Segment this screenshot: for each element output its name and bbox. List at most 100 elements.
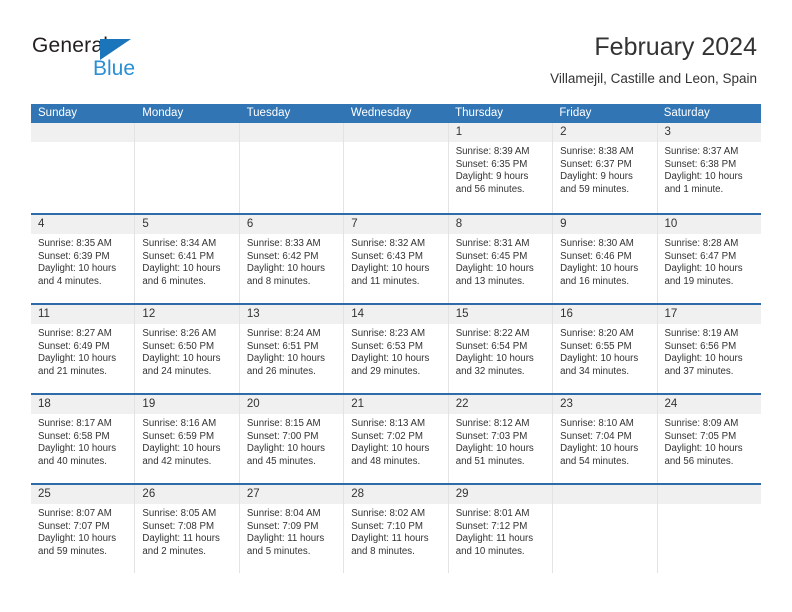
day-detail-line: and 34 minutes. <box>560 365 630 377</box>
day-number-band: 17 <box>657 305 761 324</box>
day-detail-line: Sunrise: 8:02 AM <box>351 508 426 519</box>
day-detail-line: Sunset: 6:49 PM <box>38 340 110 352</box>
calendar-day-cell[interactable]: 2 Sunrise: 8:38 AM Sunset: 6:37 PM Daylight… <box>553 123 658 213</box>
day-number: 27 <box>246 488 260 500</box>
day-detail-line: Sunset: 6:54 PM <box>455 340 528 352</box>
day-detail-line: and 21 minutes. <box>38 365 107 377</box>
day-detail-line: and 42 minutes. <box>142 455 212 467</box>
day-details: Sunrise: 8:28 AM Sunset: 6:47 PM Daylight:… <box>658 234 761 288</box>
weekday-header-row: Sunday Monday Tuesday Wednesday Thursday Frid… <box>31 104 761 123</box>
day-detail-line: Sunrise: 8:32 AM <box>351 238 426 249</box>
day-number-band: 24 <box>657 395 761 414</box>
day-detail-line: Sunrise: 8:30 AM <box>560 238 634 249</box>
day-detail-line: Daylight: 10 hours <box>246 263 325 275</box>
day-detail-line: Sunset: 6:50 PM <box>142 340 215 352</box>
day-detail-line: Sunset: 7:08 PM <box>142 520 215 532</box>
day-details: Sunrise: 8:01 AM Sunset: 7:12 PM Daylight:… <box>449 504 552 558</box>
calendar-day-cell[interactable]: 15 Sunrise: 8:22 AM Sunset: 6:54 PM Dayligh… <box>448 305 554 393</box>
calendar-day-cell[interactable]: 9 Sunrise: 8:30 AM Sunset: 6:46 PM Daylight… <box>553 215 658 303</box>
day-number-band: 7 <box>344 215 448 234</box>
day-number: 3 <box>664 126 671 138</box>
calendar-day-cell[interactable]: 4 Sunrise: 8:35 AM Sunset: 6:39 PM Daylight… <box>31 215 136 303</box>
day-detail-line: and 1 minute. <box>664 183 724 195</box>
day-number: 17 <box>664 308 678 320</box>
day-detail-line: Daylight: 10 hours <box>38 443 117 455</box>
calendar-weeks: 1 Sunrise: 8:39 AM Sunset: 6:35 PM Daylight… <box>31 123 761 573</box>
day-number: 18 <box>38 398 51 410</box>
calendar-day-cell[interactable]: 26 Sunrise: 8:05 AM Sunset: 7:08 PM Dayligh… <box>135 485 240 573</box>
calendar-day-cell[interactable]: 20 Sunrise: 8:15 AM Sunset: 7:00 PM Dayligh… <box>239 395 345 483</box>
calendar-day-cell[interactable]: 17 Sunrise: 8:19 AM Sunset: 6:56 PM Dayligh… <box>657 305 761 393</box>
day-details: Sunrise: 8:30 AM Sunset: 6:46 PM Daylight:… <box>553 234 656 288</box>
calendar-day-cell[interactable]: 12 Sunrise: 8:26 AM Sunset: 6:50 PM Dayligh… <box>135 305 240 393</box>
calendar-week-row: 4 Sunrise: 8:35 AM Sunset: 6:39 PM Daylight… <box>31 213 761 303</box>
day-detail-line: and 32 minutes. <box>455 365 525 377</box>
calendar-day-cell[interactable]: 8 Sunrise: 8:31 AM Sunset: 6:45 PM Daylight… <box>448 215 554 303</box>
day-detail-line: Daylight: 10 hours <box>560 353 639 365</box>
day-detail-line: Sunrise: 8:10 AM <box>560 418 634 429</box>
day-number: 4 <box>38 218 45 230</box>
calendar-day-cell[interactable]: 3 Sunrise: 8:37 AM Sunset: 6:38 PM Daylight… <box>657 123 761 213</box>
calendar-week-row: 11 Sunrise: 8:27 AM Sunset: 6:49 PM Dayligh… <box>31 303 761 393</box>
calendar-day-cell[interactable]: 18 Sunrise: 8:17 AM Sunset: 6:58 PM Dayligh… <box>31 395 136 483</box>
day-detail-line: and 56 minutes. <box>455 183 525 195</box>
day-detail-line: Daylight: 10 hours <box>664 353 743 365</box>
calendar-day-cell[interactable]: 27 Sunrise: 8:04 AM Sunset: 7:09 PM Dayligh… <box>239 485 345 573</box>
day-detail-line: and 56 minutes. <box>664 455 734 467</box>
calendar-day-cell[interactable]: 22 Sunrise: 8:12 AM Sunset: 7:03 PM Dayligh… <box>448 395 554 483</box>
calendar-day-cell[interactable]: 5 Sunrise: 8:34 AM Sunset: 6:41 PM Daylight… <box>135 215 240 303</box>
day-detail-line: Sunset: 6:35 PM <box>455 158 528 170</box>
day-detail-line: and 4 minutes. <box>38 275 102 287</box>
calendar-week-row: 1 Sunrise: 8:39 AM Sunset: 6:35 PM Daylight… <box>31 123 761 213</box>
day-detail-line: Daylight: 10 hours <box>142 263 221 275</box>
calendar-day-cell[interactable]: 7 Sunrise: 8:32 AM Sunset: 6:43 PM Daylight… <box>344 215 449 303</box>
day-number-band <box>239 123 344 142</box>
day-detail-line: and 29 minutes. <box>351 365 421 377</box>
day-details: Sunrise: 8:22 AM Sunset: 6:54 PM Daylight:… <box>449 324 552 378</box>
day-number-band: 28 <box>344 485 448 504</box>
day-detail-line: Sunrise: 8:28 AM <box>664 238 739 249</box>
day-number: 5 <box>142 218 149 230</box>
calendar-day-cell[interactable]: 21 Sunrise: 8:13 AM Sunset: 7:02 PM Dayligh… <box>344 395 449 483</box>
calendar-day-cell[interactable]: 23 Sunrise: 8:10 AM Sunset: 7:04 PM Dayligh… <box>553 395 658 483</box>
day-details: Sunrise: 8:37 AM Sunset: 6:38 PM Daylight:… <box>658 142 761 196</box>
calendar-day-cell[interactable]: 1 Sunrise: 8:39 AM Sunset: 6:35 PM Daylight… <box>448 123 554 213</box>
calendar-day-cell[interactable]: 6 Sunrise: 8:33 AM Sunset: 6:42 PM Daylight… <box>239 215 345 303</box>
day-number-band: 3 <box>657 123 761 142</box>
calendar-day-cell[interactable]: 28 Sunrise: 8:02 AM Sunset: 7:10 PM Dayligh… <box>344 485 449 573</box>
day-detail-line: Daylight: 11 hours <box>351 533 429 545</box>
day-detail-line: and 5 minutes. <box>246 545 311 557</box>
calendar-day-cell[interactable]: 25 Sunrise: 8:07 AM Sunset: 7:07 PM Dayligh… <box>31 485 136 573</box>
day-detail-line: Sunset: 6:58 PM <box>38 430 110 442</box>
day-number-band: 23 <box>553 395 657 414</box>
day-detail-line: and 2 minutes. <box>142 545 206 557</box>
day-number: 24 <box>664 398 678 410</box>
calendar-day-cell[interactable]: 13 Sunrise: 8:24 AM Sunset: 6:51 PM Dayligh… <box>239 305 345 393</box>
calendar-day-cell[interactable]: 29 Sunrise: 8:01 AM Sunset: 7:12 PM Dayligh… <box>448 485 554 573</box>
day-detail-line: Sunset: 6:56 PM <box>664 340 737 352</box>
day-number: 23 <box>560 398 573 410</box>
calendar-day-cell[interactable]: 24 Sunrise: 8:09 AM Sunset: 7:05 PM Dayligh… <box>657 395 761 483</box>
day-number-band: 14 <box>344 305 448 324</box>
day-number-band: 16 <box>553 305 657 324</box>
day-detail-line: Sunrise: 8:24 AM <box>246 328 321 339</box>
day-details <box>658 504 761 508</box>
day-details: Sunrise: 8:24 AM Sunset: 6:51 PM Daylight:… <box>240 324 343 378</box>
calendar-day-cell[interactable]: 10 Sunrise: 8:28 AM Sunset: 6:47 PM Dayligh… <box>657 215 761 303</box>
day-detail-line: and 8 minutes. <box>246 275 311 287</box>
calendar-day-cell[interactable]: 16 Sunrise: 8:20 AM Sunset: 6:55 PM Dayligh… <box>553 305 658 393</box>
calendar-day-cell[interactable]: 11 Sunrise: 8:27 AM Sunset: 6:49 PM Dayligh… <box>31 305 136 393</box>
day-detail-line: Daylight: 11 hours <box>246 533 325 545</box>
day-detail-line: Sunset: 6:55 PM <box>560 340 632 352</box>
calendar-day-cell[interactable]: 14 Sunrise: 8:23 AM Sunset: 6:53 PM Dayligh… <box>344 305 449 393</box>
calendar-day-cell[interactable]: 19 Sunrise: 8:16 AM Sunset: 6:59 PM Dayligh… <box>135 395 240 483</box>
day-detail-line: and 11 minutes. <box>351 275 420 287</box>
day-detail-line: Sunrise: 8:13 AM <box>351 418 426 429</box>
day-detail-line: Sunrise: 8:38 AM <box>560 146 634 157</box>
day-details: Sunrise: 8:07 AM Sunset: 7:07 PM Daylight:… <box>31 504 134 558</box>
day-number-band: 12 <box>135 305 239 324</box>
day-detail-line: Sunrise: 8:15 AM <box>246 418 321 429</box>
day-details <box>240 142 343 146</box>
calendar-empty-cell <box>135 123 240 213</box>
calendar-empty-cell <box>344 123 449 213</box>
